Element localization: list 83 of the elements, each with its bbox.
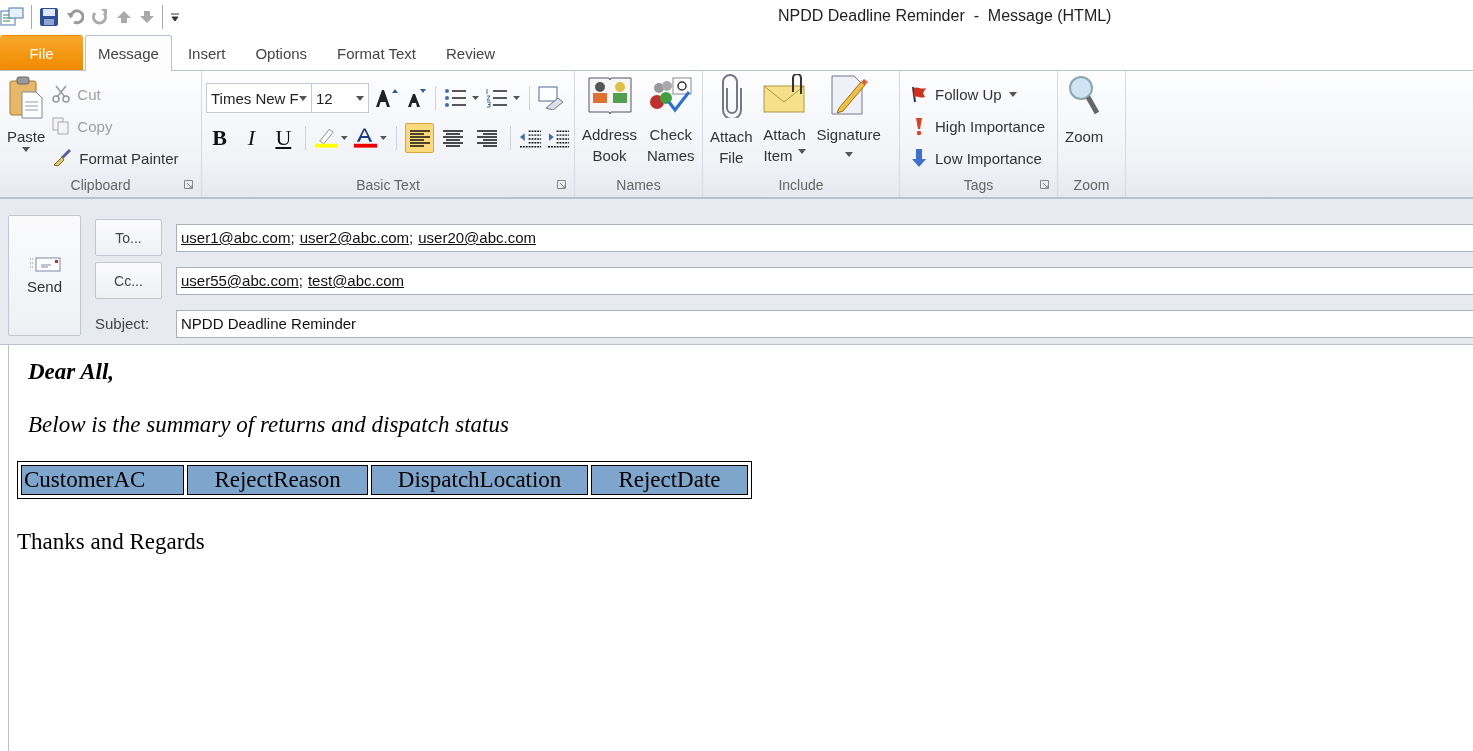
separator-text: ; [409, 229, 414, 246]
underline-button[interactable]: U [269, 124, 297, 152]
mail-icon[interactable] [0, 5, 24, 28]
email-address: user55@abc.com [181, 272, 299, 289]
window-title: NPDD Deadline Reminder - Message (HTML) [778, 7, 1112, 25]
eraser-icon[interactable] [538, 86, 564, 110]
email-address: user2@abc.com [299, 229, 410, 246]
intro-text: Below is the summary of returns and dispatch status [28, 412, 510, 438]
closing-text: Thanks and Regards [17, 529, 206, 555]
email-address: test@abc.com [307, 272, 405, 289]
cc-button[interactable]: Cc... [95, 262, 162, 299]
ribbon-tab[interactable]: Options [241, 35, 322, 70]
dropdown-arrow-icon [844, 152, 853, 157]
bullet-list-icon[interactable] [444, 88, 480, 108]
group-label: Clipboard [70, 177, 131, 193]
cc-field[interactable]: user55@abc.com; test@abc.com [176, 266, 1473, 295]
separator-text: ; [290, 229, 295, 246]
ribbon-tab[interactable]: Insert [173, 35, 240, 70]
dialog-launcher-icon[interactable] [1040, 180, 1049, 189]
customize-menu-icon[interactable] [170, 11, 180, 22]
brush-icon [52, 149, 73, 167]
align-left-button[interactable] [405, 123, 434, 153]
paste-button[interactable]: Paste [4, 74, 49, 173]
attach-file-button[interactable]: Attach File [707, 74, 756, 173]
group-label: Names [616, 177, 661, 193]
scissors-icon [52, 85, 71, 103]
ribbon-tab[interactable]: Format Text [323, 35, 430, 70]
envelope-paperclip-icon [762, 74, 807, 116]
clipboard-button[interactable]: Format Painter [52, 144, 179, 172]
dialog-launcher-icon[interactable] [557, 180, 566, 189]
italic-button[interactable]: I [237, 124, 265, 152]
email-address: user20@abc.com [418, 229, 537, 246]
check-names-button[interactable]: Check Names [644, 74, 698, 173]
follow-up-button[interactable]: Follow Up [910, 80, 1046, 108]
ribbon-tab[interactable]: Review [432, 35, 510, 70]
zoom-button[interactable]: Zoom [1062, 74, 1107, 173]
table-header: RejectDate [591, 465, 748, 495]
bold-button[interactable]: B [206, 124, 233, 152]
table-header: CustomerAC [21, 465, 185, 495]
down-arrow-icon [910, 148, 928, 168]
signature-button[interactable]: Signature [813, 74, 884, 173]
envelope-icon [28, 256, 61, 272]
subject-field[interactable]: NPDD Deadline Reminder [176, 309, 1473, 338]
email-address: user1@abc.com [181, 229, 291, 246]
low-importance-button[interactable]: Low Importance [910, 144, 1046, 172]
font-color-icon[interactable] [353, 127, 389, 149]
numbered-list-icon[interactable] [485, 88, 521, 108]
to-button[interactable]: To... [95, 219, 162, 256]
dropdown-arrow-icon [1008, 91, 1017, 97]
group-label: Zoom [1073, 177, 1110, 193]
to-field[interactable]: user1@abc.com; user2@abc.com; user20@abc.com [176, 223, 1473, 252]
increase-indent-icon[interactable] [546, 128, 570, 148]
table-header: DispatchLocation [370, 465, 589, 495]
flag-icon [910, 85, 928, 103]
font-size-field[interactable]: 12 [311, 83, 369, 113]
paperclip-icon [719, 74, 744, 118]
pencil-document-icon [828, 74, 869, 116]
dropdown-arrow-icon [356, 95, 364, 101]
high-importance-button[interactable]: High Importance [910, 112, 1046, 140]
undo-icon[interactable] [66, 7, 84, 26]
separator-text: ; [298, 272, 303, 289]
ribbon-tab[interactable]: Message [85, 35, 172, 71]
group-label: Tags [963, 177, 994, 193]
dropdown-arrow-icon [797, 149, 806, 154]
group-label: Include [778, 177, 824, 193]
dialog-launcher-icon[interactable] [184, 180, 193, 189]
subject-label: Subject: [95, 315, 151, 332]
address-book-icon [586, 74, 633, 116]
address-book-button[interactable]: Address Book [579, 74, 641, 173]
save-icon[interactable] [39, 6, 59, 27]
table-header: RejectReason [187, 465, 368, 495]
group-label: Basic Text [356, 177, 420, 193]
dropdown-arrow-icon [299, 95, 307, 101]
grow-font-icon[interactable] [374, 87, 400, 109]
decrease-indent-icon[interactable] [518, 128, 542, 148]
copy-icon [52, 117, 71, 135]
font-name-field[interactable]: Times New F [206, 83, 312, 113]
clipboard-icon [8, 76, 45, 120]
greeting-text: Dear All, [28, 359, 116, 385]
send-button[interactable]: Send [8, 215, 81, 336]
attach-item-button[interactable]: Attach Item [759, 74, 810, 173]
dropdown-arrow-icon [22, 147, 31, 152]
shrink-font-icon[interactable] [405, 87, 427, 109]
